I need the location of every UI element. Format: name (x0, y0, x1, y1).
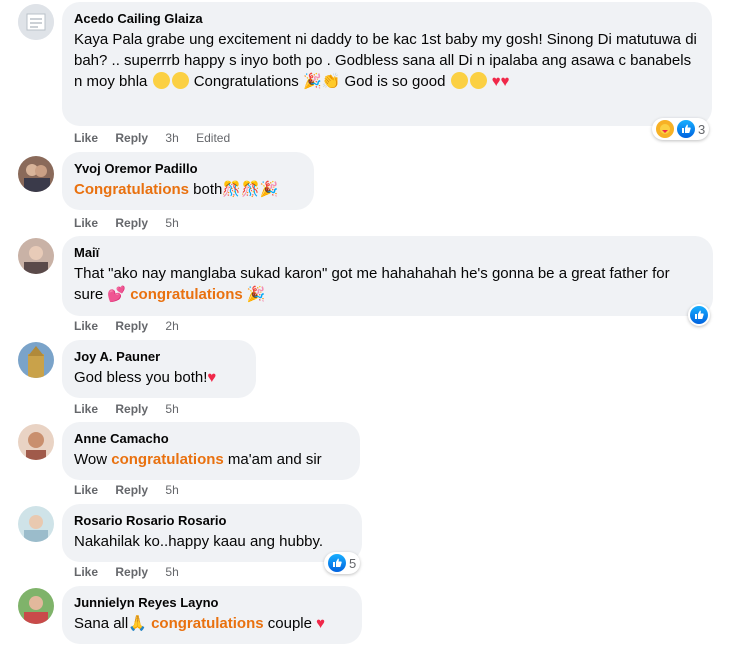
comment-author[interactable]: Junnielyn Reyes Layno (74, 594, 350, 611)
avatar[interactable] (18, 588, 54, 624)
care-icon (656, 120, 674, 138)
comment-bubble: Rosario Rosario Rosario Nakahilak ko..ha… (62, 504, 362, 562)
reply-link[interactable]: Reply (115, 216, 148, 230)
smile-emoji-icon (152, 72, 170, 89)
comment-text-after: ma'am and sir (227, 451, 322, 468)
comment-text-before: Sana all (74, 615, 129, 632)
clapping-icon: 👏 (321, 73, 341, 90)
comment-text-main: both (193, 181, 223, 198)
avatar[interactable] (18, 342, 54, 378)
red-heart-icon: ♥ (207, 369, 217, 386)
like-icon (690, 306, 708, 324)
comment-actions: Like Reply 5h (74, 483, 193, 497)
reply-link[interactable]: Reply (115, 319, 148, 333)
reply-link[interactable]: Reply (115, 565, 148, 579)
comment-bubble: Joy A. Pauner God bless you both!♥ (62, 340, 256, 398)
folded-hands-icon: 🙏 (128, 615, 147, 632)
comment-actions: Like Reply 5h (74, 402, 193, 416)
reply-link[interactable]: Reply (115, 131, 148, 145)
red-heart-icon: ♥ (316, 615, 326, 632)
highlighted-word[interactable]: Congratulations (74, 181, 189, 198)
timestamp[interactable]: 5h (165, 216, 178, 230)
comment-bubble: Maiï That "ako nay manglaba sukad karon"… (62, 236, 713, 316)
like-link[interactable]: Like (74, 131, 98, 145)
comment-text: Nakahilak ko..happy kaau ang hubby. (74, 531, 350, 552)
reaction-summary[interactable]: 3 (652, 118, 710, 140)
comment-author[interactable]: Maiï (74, 244, 701, 261)
surprised-emoji-icon (171, 72, 189, 89)
reaction-summary[interactable] (688, 304, 710, 326)
comment-text-before: Wow (74, 451, 108, 468)
timestamp[interactable]: 5h (165, 565, 178, 579)
party-popper-icon: 🎉 (246, 286, 266, 303)
confetti-icon: 🎊🎊🎉 (222, 181, 279, 198)
avatar[interactable] (18, 238, 54, 274)
avatar[interactable] (18, 424, 54, 460)
like-icon (328, 554, 346, 572)
reply-link[interactable]: Reply (115, 402, 148, 416)
like-link[interactable]: Like (74, 402, 98, 416)
like-link[interactable]: Like (74, 483, 98, 497)
heart-eyes-emoji-icon (450, 72, 468, 89)
reply-link[interactable]: Reply (115, 483, 148, 497)
comment-bubble: Yvoj Oremor Padillo Congratulations both… (62, 152, 314, 210)
avatar[interactable] (18, 4, 54, 40)
comment-thread: Acedo Cailing Glaiza Kaya Pala grabe ung… (0, 0, 750, 647)
comment-text-end: God is so good (344, 73, 446, 90)
sparkling-heart-icon: 💕 (107, 286, 127, 303)
party-popper-icon: 🎉 (302, 73, 322, 90)
comment-text: God bless you both!♥ (74, 367, 244, 388)
reaction-count: 5 (349, 555, 357, 571)
comment-bubble: Acedo Cailing Glaiza Kaya Pala grabe ung… (62, 2, 712, 126)
comment-text: That "ako nay manglaba sukad karon" got … (74, 263, 701, 305)
comment-text-main: Nakahilak ko..happy kaau ang hubby. (74, 533, 324, 550)
comment-text-main: God bless you both! (74, 369, 208, 386)
reaction-summary[interactable]: 5 (324, 552, 361, 574)
avatar[interactable] (18, 156, 54, 192)
comment-bubble: Anne Camacho Wow congratulations ma'am a… (62, 422, 360, 480)
comment-author[interactable]: Rosario Rosario Rosario (74, 512, 350, 529)
highlighted-word[interactable]: congratulations (151, 615, 264, 632)
comment-actions: Like Reply 5h (74, 216, 193, 230)
red-heart-icon: ♥♥ (491, 73, 510, 90)
comment-text-congrats: Congratulations (193, 73, 299, 90)
timestamp[interactable]: 5h (165, 483, 178, 497)
reaction-count: 3 (698, 121, 706, 137)
like-link[interactable]: Like (74, 216, 98, 230)
avatar[interactable] (18, 506, 54, 542)
comment-text: Kaya Pala grabe ung excitement ni daddy … (74, 29, 700, 92)
comment-bubble: Junnielyn Reyes Layno Sana all🙏 congratu… (62, 586, 362, 644)
edited-label: Edited (196, 131, 231, 145)
heart-eyes-emoji-icon (469, 72, 487, 89)
timestamp[interactable]: 3h (165, 131, 178, 145)
like-link[interactable]: Like (74, 565, 98, 579)
comment-author[interactable]: Anne Camacho (74, 430, 348, 447)
comment-author[interactable]: Joy A. Pauner (74, 348, 244, 365)
timestamp[interactable]: 2h (165, 319, 178, 333)
comment-author[interactable]: Acedo Cailing Glaiza (74, 10, 700, 27)
comment-text: Sana all🙏 congratulations couple ♥ (74, 613, 350, 634)
highlighted-word[interactable]: congratulations (111, 451, 224, 468)
like-link[interactable]: Like (74, 319, 98, 333)
comment-text-after: couple (267, 615, 312, 632)
like-icon (677, 120, 695, 138)
comment-author[interactable]: Yvoj Oremor Padillo (74, 160, 302, 177)
timestamp[interactable]: 5h (165, 402, 178, 416)
comment-actions: Like Reply 3h Edited (74, 131, 244, 145)
comment-text: Congratulations both🎊🎊🎉 (74, 179, 302, 200)
comment-text: Wow congratulations ma'am and sir (74, 449, 348, 470)
comment-actions: Like Reply 2h (74, 319, 193, 333)
highlighted-word[interactable]: congratulations (130, 286, 243, 303)
comment-actions: Like Reply 5h (74, 565, 193, 579)
